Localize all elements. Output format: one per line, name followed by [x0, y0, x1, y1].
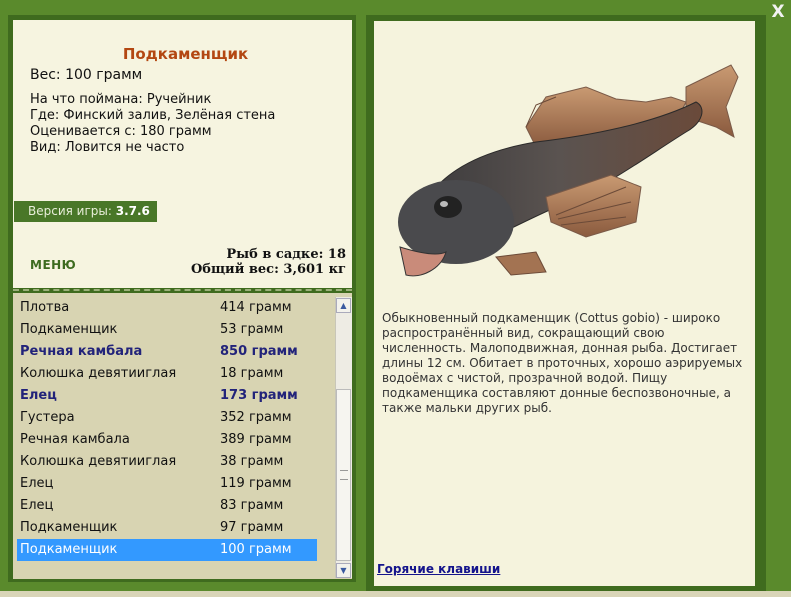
- list-item-name: Речная камбала: [20, 344, 143, 359]
- fish-catch-window: X Подкаменщик Вес: 100 грамм На что пойм…: [0, 0, 791, 597]
- catch-list[interactable]: Плотва 414 грамм Подкаменщик 53 грамм Речная…: [13, 293, 352, 579]
- list-item-name: Колюшка девятииглая: [20, 366, 177, 381]
- bottom-strip: [0, 591, 791, 597]
- fish-info-panel: Подкаменщик Вес: 100 грамм На что пойман…: [13, 20, 352, 288]
- rarity-line: Вид: Ловится не часто: [30, 140, 185, 155]
- value-threshold-line: Оценивается с: 180 грамм: [30, 124, 212, 139]
- list-item-weight: 97 грамм: [220, 520, 284, 535]
- version-value: 3.7.6: [115, 204, 150, 218]
- location-line: Где: Финский залив, Зелёная стена: [30, 108, 276, 123]
- list-item[interactable]: Подкаменщик 53 грамм: [17, 319, 317, 341]
- list-item-weight: 352 грамм: [220, 410, 292, 425]
- fish-description-panel: Обыкновенный подкаменщик (Cottus gobio) …: [374, 21, 755, 586]
- list-item-name: Речная камбала: [20, 432, 130, 447]
- list-item[interactable]: Плотва 414 грамм: [17, 297, 317, 319]
- right-panel: Обыкновенный подкаменщик (Cottus gobio) …: [366, 15, 766, 593]
- list-item-weight: 414 грамм: [220, 300, 292, 315]
- list-item-weight: 83 грамм: [220, 498, 284, 513]
- list-item-name: Плотва: [20, 300, 70, 315]
- list-item[interactable]: Колюшка девятииглая 18 грамм: [17, 363, 317, 385]
- grip-icon: [340, 470, 348, 480]
- fish-image: [398, 64, 739, 277]
- close-button[interactable]: X: [768, 2, 788, 22]
- menu-button[interactable]: МЕНЮ: [30, 258, 76, 272]
- fish-count: Рыб в садке: 18: [226, 247, 346, 262]
- list-item-name: Елец: [20, 388, 57, 403]
- list-item-name: Колюшка девятииглая: [20, 454, 177, 469]
- list-item-weight: 38 грамм: [220, 454, 284, 469]
- list-item[interactable]: Елец 83 грамм: [17, 495, 317, 517]
- list-item[interactable]: Речная камбала 389 грамм: [17, 429, 317, 451]
- list-item-weight: 100 грамм: [220, 542, 292, 557]
- hotkeys-link[interactable]: Горячие клавиши: [377, 562, 500, 576]
- list-item-weight: 173 грамм: [220, 388, 298, 403]
- list-item[interactable]: Елец 119 грамм: [17, 473, 317, 495]
- fish-description: Обыкновенный подкаменщик (Cottus gobio) …: [382, 311, 743, 415]
- list-item-name: Елец: [20, 476, 54, 491]
- caught-with-line: На что поймана: Ручейник: [30, 92, 212, 107]
- list-item[interactable]: Колюшка девятииглая 38 грамм: [17, 451, 317, 473]
- list-item-name: Подкаменщик: [20, 520, 118, 535]
- list-item-weight: 18 грамм: [220, 366, 284, 381]
- version-label: Версия игры:: [28, 204, 112, 218]
- list-item-weight: 53 грамм: [220, 322, 284, 337]
- list-item-name: Подкаменщик: [20, 322, 118, 337]
- fish-name-title: Подкаменщик: [122, 45, 249, 63]
- version-badge: Версия игры: 3.7.6: [14, 201, 157, 222]
- list-item[interactable]: Густера 352 грамм: [17, 407, 317, 429]
- arrow-down-icon[interactable]: ▼: [336, 563, 351, 578]
- total-weight: Общий вес: 3,601 кг: [190, 262, 346, 277]
- list-scrollbar[interactable]: ▲ ▼: [335, 297, 352, 578]
- list-item[interactable]: Елец 173 грамм: [17, 385, 317, 407]
- list-item-name: Густера: [20, 410, 75, 425]
- list-item[interactable]: Речная камбала 850 грамм: [17, 341, 317, 363]
- divider: [13, 289, 352, 291]
- fish-details: На что поймана: Ручейник Где: Финский за…: [30, 92, 275, 156]
- arrow-up-icon[interactable]: ▲: [336, 298, 351, 313]
- list-item-name: Подкаменщик: [20, 542, 118, 557]
- list-item-weight: 119 грамм: [220, 476, 292, 491]
- list-item-weight: 850 грамм: [220, 344, 298, 359]
- list-item-weight: 389 грамм: [220, 432, 292, 447]
- fish-weight: Вес: 100 грамм: [30, 67, 143, 83]
- catch-stats: Рыб в садке: 18 Общий вес: 3,601 кг: [191, 247, 346, 277]
- list-item[interactable]: Подкаменщик 97 грамм: [17, 517, 317, 539]
- list-item-name: Елец: [20, 498, 54, 513]
- list-item-selected[interactable]: Подкаменщик 100 грамм: [17, 539, 317, 561]
- scrollbar-thumb[interactable]: [336, 389, 351, 561]
